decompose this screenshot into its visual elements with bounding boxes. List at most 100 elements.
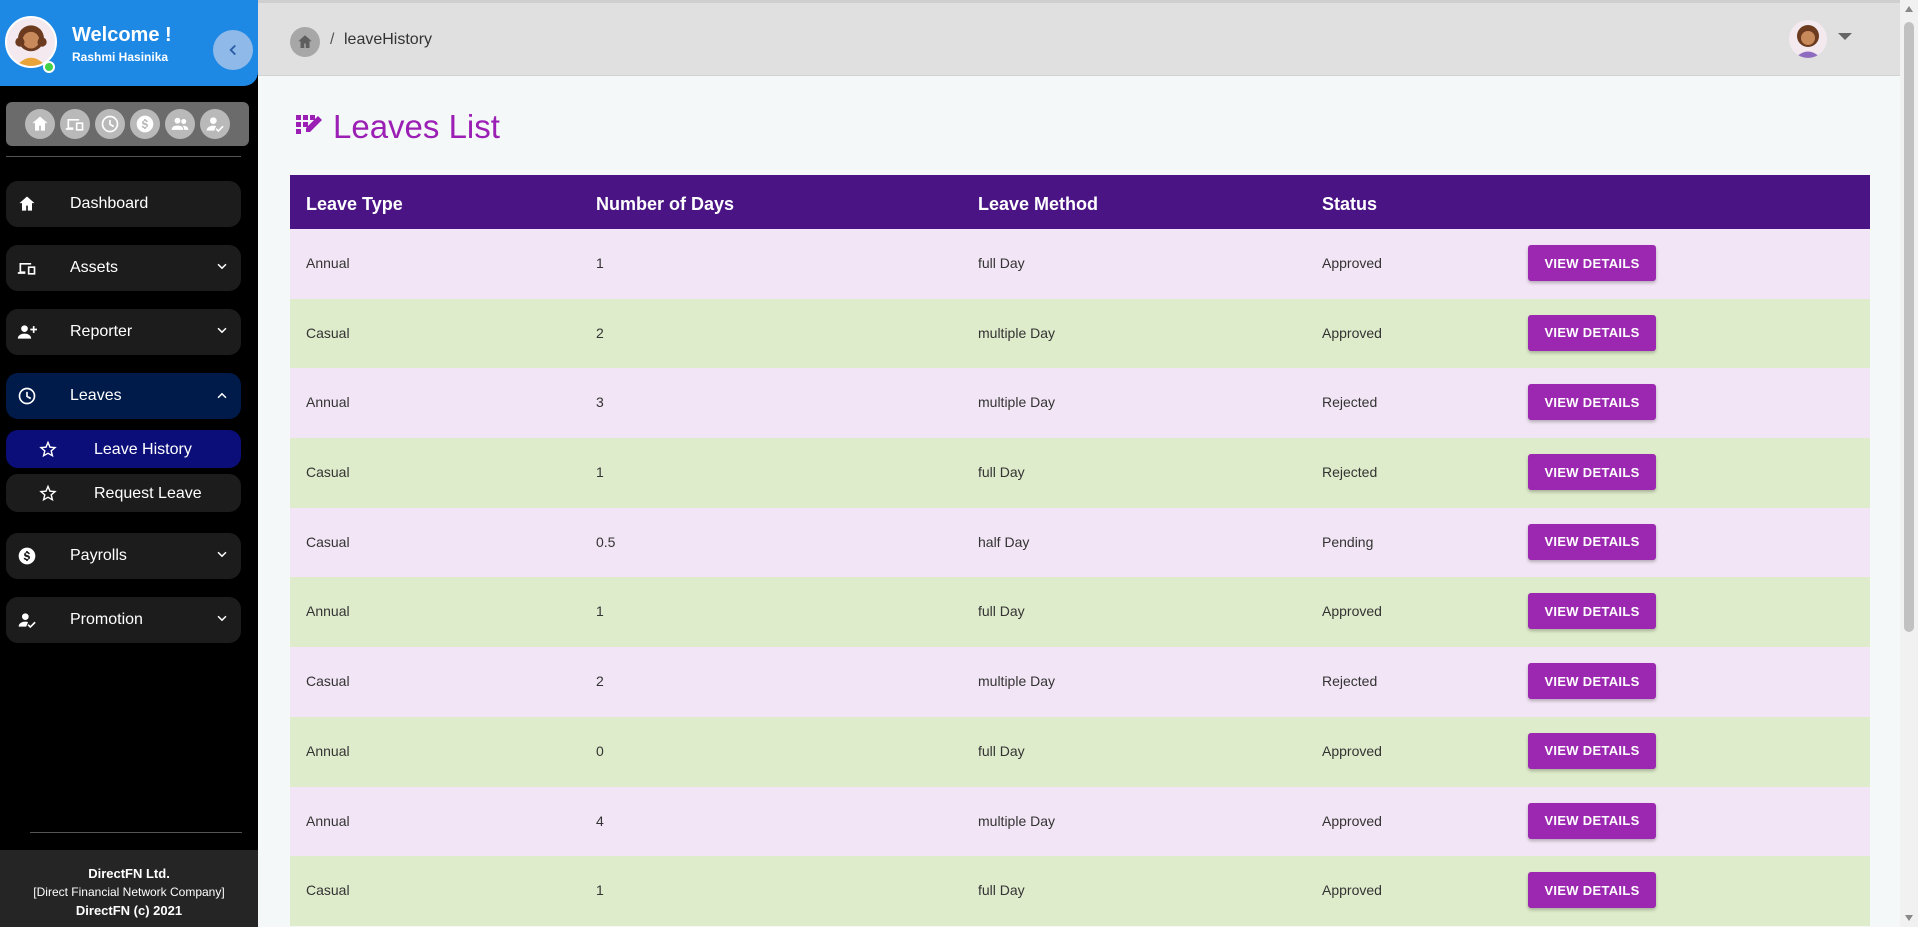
view-details-button[interactable]: VIEW DETAILS <box>1528 523 1656 560</box>
view-details-button[interactable]: VIEW DETAILS <box>1528 245 1656 281</box>
username: Rashmi Hasinika <box>72 50 169 64</box>
view-details-button[interactable]: VIEW DETAILS <box>1528 872 1656 909</box>
clock-icon <box>16 386 38 406</box>
sidebar-item-label: Assets <box>70 259 119 276</box>
cell-leave-type: Casual <box>306 882 350 899</box>
sidebar-subitem-label: Leave History <box>94 441 192 458</box>
table-row: Casual 0.5 half Day Pending VIEW DETAILS <box>290 507 1870 578</box>
sidebar-item-payrolls[interactable]: Payrolls <box>6 533 241 579</box>
person-check-icon <box>16 610 38 630</box>
sidebar-subitem-request-leave[interactable]: Request Leave <box>6 474 241 512</box>
table-row: Casual 1 full Day Rejected VIEW DETAILS <box>290 438 1870 508</box>
home-icon[interactable] <box>25 109 55 139</box>
person-check-icon[interactable] <box>200 109 230 139</box>
table-row: Annual 0 full Day Approved VIEW DETAILS <box>290 716 1870 787</box>
welcome-text: Welcome ! <box>72 24 172 46</box>
cell-leave-type: Casual <box>306 464 350 481</box>
sidebar-footer: DirectFN Ltd. [Direct Financial Network … <box>0 850 258 927</box>
table-row: Annual 3 multiple Day Rejected VIEW DETAILS <box>290 368 1870 439</box>
cell-number-of-days: 1 <box>596 882 604 899</box>
cell-status: Approved <box>1322 603 1382 620</box>
sidebar-item-dashboard[interactable]: Dashboard <box>6 181 241 227</box>
view-details-button[interactable]: VIEW DETAILS <box>1528 593 1656 630</box>
cell-leave-method: full Day <box>978 464 1025 481</box>
cell-leave-type: Casual <box>306 673 350 690</box>
cell-number-of-days: 2 <box>596 673 604 690</box>
table-body: Annual 1 full Day Approved VIEW DETAILS Casua… <box>290 229 1870 926</box>
chevron-down-icon <box>213 610 231 628</box>
table-header: Leave Type Number of Days Leave Method S… <box>290 175 1870 229</box>
cell-leave-method: multiple Day <box>978 812 1056 829</box>
table-row: Casual 2 multiple Day Approved VIEW DETAILS <box>290 298 1870 369</box>
view-details-button[interactable]: VIEW DETAILS <box>1528 663 1656 700</box>
cell-status: Approved <box>1322 255 1382 271</box>
column-header-leave-type: Leave Type <box>306 194 403 214</box>
cell-leave-type: Casual <box>306 533 350 550</box>
cell-status: Rejected <box>1322 464 1378 481</box>
sidebar-divider <box>6 156 241 157</box>
view-details-button[interactable]: VIEW DETAILS <box>1528 802 1656 839</box>
cell-leave-type: Annual <box>306 255 350 271</box>
sidebar: Welcome ! Rashmi Hasinika Dashboard Asse… <box>0 0 258 927</box>
scroll-thumb[interactable] <box>1904 22 1914 632</box>
scroll-up-arrow-icon[interactable] <box>1905 6 1913 12</box>
cell-status: Rejected <box>1322 394 1378 411</box>
view-details-button[interactable]: VIEW DETAILS <box>1528 454 1656 491</box>
cell-number-of-days: 0 <box>596 742 604 759</box>
leaves-table: Leave Type Number of Days Leave Method S… <box>290 175 1870 926</box>
devices-icon <box>16 258 38 278</box>
page-scrollbar[interactable] <box>1900 0 1918 927</box>
list-edit-icon <box>294 112 324 142</box>
cell-leave-method: full Day <box>978 603 1025 620</box>
cell-leave-method: multiple Day <box>978 394 1056 411</box>
view-details-button[interactable]: VIEW DETAILS <box>1528 732 1656 769</box>
cell-leave-method: half Day <box>978 533 1030 550</box>
cell-leave-method: full Day <box>978 255 1025 271</box>
collapse-sidebar-button[interactable] <box>213 30 253 70</box>
page-title: Leaves List <box>333 108 500 145</box>
devices-icon[interactable] <box>60 109 90 139</box>
home-icon <box>298 35 312 48</box>
scroll-down-arrow-icon[interactable] <box>1905 915 1913 921</box>
view-details-button[interactable]: VIEW DETAILS <box>1528 314 1656 351</box>
user-avatar-menu[interactable] <box>1789 20 1827 58</box>
chevron-left-icon <box>229 44 236 56</box>
copyright: DirectFN (c) 2021 <box>75 903 183 918</box>
caret-down-icon[interactable] <box>1838 33 1852 40</box>
clock-icon[interactable] <box>95 109 125 139</box>
sidebar-item-promotion[interactable]: Promotion <box>6 597 241 643</box>
home-icon <box>16 194 38 214</box>
dollar-icon[interactable] <box>130 109 160 139</box>
cell-number-of-days: 2 <box>596 324 604 341</box>
quick-access-bar <box>6 102 249 146</box>
sidebar-subitem-leave-history[interactable]: Leave History <box>6 430 241 468</box>
column-header-leave-method: Leave Method <box>978 194 1099 214</box>
cell-number-of-days: 1 <box>596 464 604 481</box>
table-row: Annual 4 multiple Day Approved VIEW DETAILS <box>290 786 1870 857</box>
cell-number-of-days: 3 <box>596 394 604 411</box>
sidebar-item-assets[interactable]: Assets <box>6 245 241 291</box>
people-icon[interactable] <box>165 109 195 139</box>
cell-leave-method: multiple Day <box>978 324 1056 341</box>
cell-leave-method: multiple Day <box>978 673 1056 690</box>
cell-leave-type: Annual <box>306 394 350 411</box>
sidebar-item-label: Dashboard <box>70 195 149 212</box>
cell-leave-method: full Day <box>978 882 1025 899</box>
view-details-button[interactable]: VIEW DETAILS <box>1528 384 1656 421</box>
dollar-icon <box>16 546 38 566</box>
star-icon <box>38 483 58 503</box>
breadcrumb-home-button[interactable] <box>290 27 320 57</box>
footer-divider <box>30 832 242 833</box>
breadcrumb-current: leaveHistory <box>344 31 433 48</box>
cell-status: Approved <box>1322 324 1382 341</box>
sidebar-item-label: Promotion <box>70 611 143 628</box>
cell-leave-method: full Day <box>978 742 1025 759</box>
cell-number-of-days: 4 <box>596 812 604 829</box>
sidebar-item-leaves[interactable]: Leaves <box>6 373 241 419</box>
company-name: DirectFN Ltd. <box>88 866 170 881</box>
sidebar-item-reporter[interactable]: Reporter <box>6 309 241 355</box>
cell-status: Approved <box>1322 742 1382 759</box>
cell-status: Approved <box>1322 812 1382 829</box>
chevron-down-icon <box>213 258 231 276</box>
table-row: Annual 1 full Day Approved VIEW DETAILS <box>290 577 1870 648</box>
